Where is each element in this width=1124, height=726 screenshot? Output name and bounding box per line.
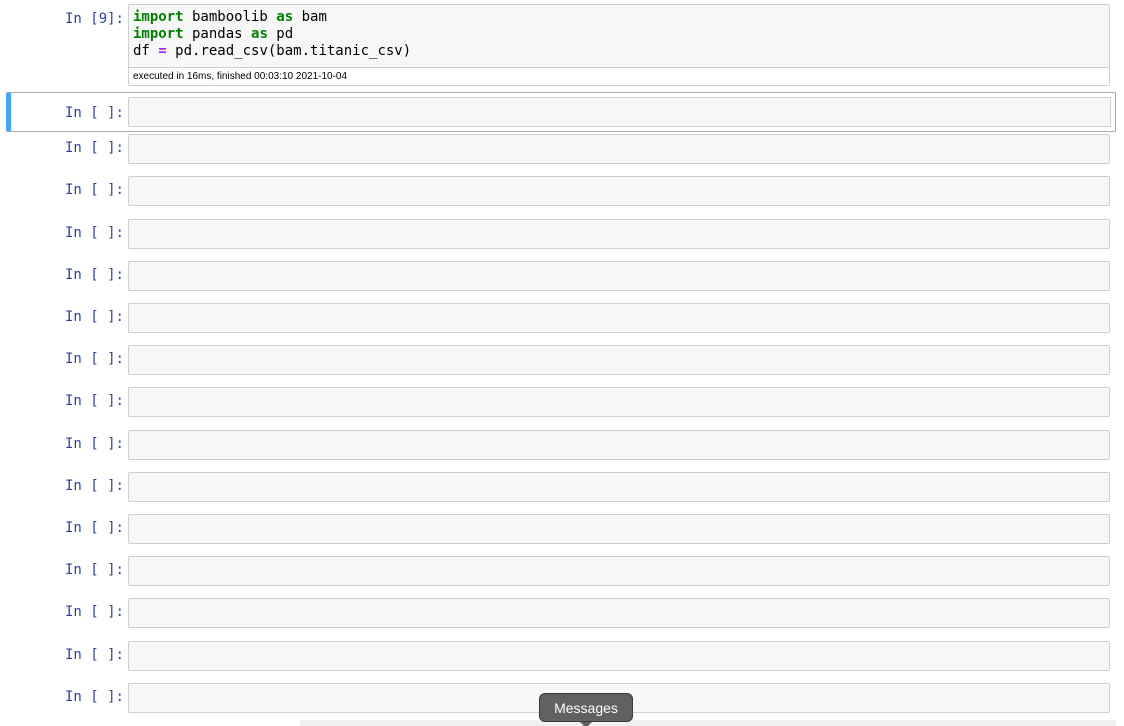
code-cell-empty[interactable]: In [ ]:: [6, 176, 1116, 208]
code-cell-empty[interactable]: In [ ]:: [6, 598, 1116, 630]
cell-prompt: In [ ]:: [64, 182, 124, 198]
code-cell-empty[interactable]: In [ ]:: [6, 134, 1116, 166]
cell-prompt: In [ ]:: [64, 647, 124, 663]
code-editor[interactable]: [128, 134, 1110, 164]
cell-prompt: In [ ]:: [64, 309, 124, 325]
cell-prompt: In [ ]:: [64, 393, 124, 409]
cell-prompt: In [ ]:: [64, 140, 124, 156]
code-cell-empty[interactable]: In [ ]:: [6, 472, 1116, 504]
code-cell-empty[interactable]: In [ ]:: [6, 556, 1116, 588]
code-editor[interactable]: [128, 97, 1111, 127]
code-editor[interactable]: [128, 261, 1110, 291]
code-editor[interactable]: [128, 176, 1110, 206]
code-editor[interactable]: [128, 430, 1110, 460]
code-cell-empty[interactable]: In [ ]:: [6, 387, 1116, 419]
execution-info: executed in 16ms, finished 00:03:10 2021…: [129, 67, 1109, 85]
code-editor[interactable]: [128, 641, 1110, 671]
code-token: pd: [267, 26, 294, 42]
code-cell-empty[interactable]: In [ ]:: [6, 514, 1116, 546]
cell-prompt: In [ ]:: [64, 562, 124, 578]
horizontal-scrollbar[interactable]: [300, 720, 1116, 726]
code-text[interactable]: import bamboolib as bam import pandas as…: [129, 5, 1109, 60]
cell-prompt: In [ ]:: [64, 436, 124, 452]
code-keyword: import: [133, 9, 184, 25]
code-cell-empty[interactable]: In [ ]:: [6, 430, 1116, 462]
notebook: In [9]: import bamboolib as bam import p…: [0, 0, 1124, 726]
cell-prompt: In [ ]:: [64, 689, 124, 705]
code-keyword: as: [251, 26, 268, 42]
code-cell-empty[interactable]: In [ ]:: [6, 261, 1116, 293]
messages-tooltip: Messages: [539, 693, 633, 726]
code-cell-empty[interactable]: In [ ]:: [6, 219, 1116, 251]
code-editor[interactable]: [128, 387, 1110, 417]
cell-prompt: In [ ]:: [64, 351, 124, 367]
cell-prompt: In [ ]:: [64, 105, 124, 121]
cell-prompt: In [ ]:: [64, 604, 124, 620]
cell-prompt: In [ ]:: [64, 478, 124, 494]
code-cell-empty[interactable]: In [ ]:: [6, 303, 1116, 335]
code-token: bamboolib: [183, 9, 277, 25]
code-editor[interactable]: [128, 514, 1110, 544]
code-token: pd.read_csv(bam.titanic_csv): [166, 43, 412, 59]
cell-prompt: In [ ]:: [64, 267, 124, 283]
cell-prompt: In [ ]:: [64, 225, 124, 241]
code-editor[interactable]: [128, 556, 1110, 586]
code-cell-empty[interactable]: In [ ]:: [6, 345, 1116, 377]
code-editor[interactable]: import bamboolib as bam import pandas as…: [128, 4, 1110, 86]
code-editor[interactable]: [128, 598, 1110, 628]
cell-prompt: In [9]:: [64, 11, 124, 27]
cell-prompt: In [ ]:: [64, 520, 124, 536]
code-token: df: [133, 43, 159, 59]
code-token: bam: [293, 9, 327, 25]
code-editor[interactable]: [128, 303, 1110, 333]
code-keyword: import: [133, 26, 184, 42]
code-editor[interactable]: [128, 219, 1110, 249]
code-operator: =: [158, 43, 167, 59]
code-token: pandas: [183, 26, 252, 42]
code-cell-selected[interactable]: In [ ]:: [6, 92, 1116, 132]
code-editor[interactable]: [128, 345, 1110, 375]
code-cell-empty[interactable]: In [ ]:: [6, 641, 1116, 673]
code-editor[interactable]: [128, 472, 1110, 502]
code-keyword: as: [276, 9, 294, 25]
code-cell-executed[interactable]: In [9]: import bamboolib as bam import p…: [6, 4, 1116, 86]
